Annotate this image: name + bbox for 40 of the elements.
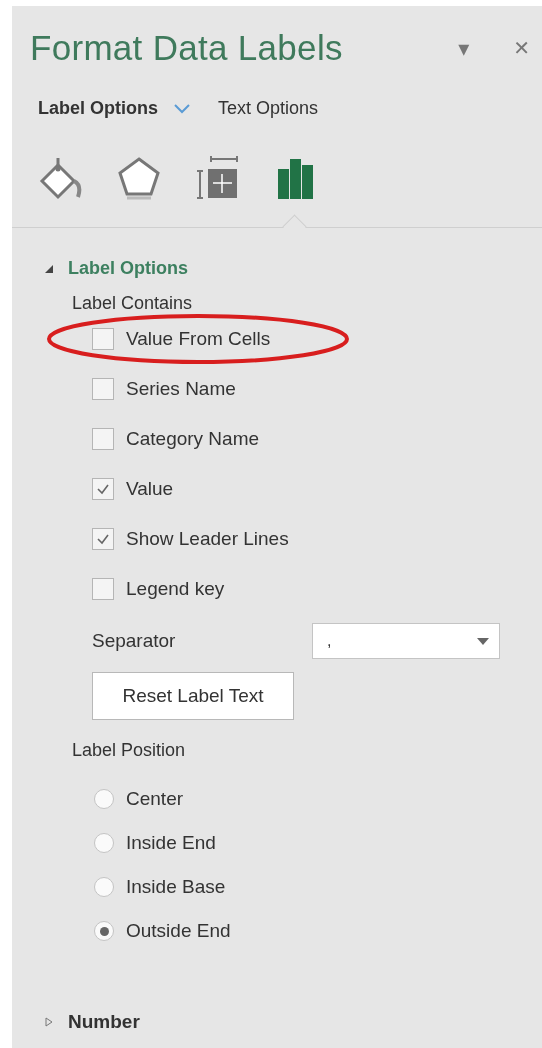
separator-dropdown[interactable]: , bbox=[312, 623, 500, 659]
reset-label-text-button[interactable]: Reset Label Text bbox=[92, 672, 294, 720]
radio-button[interactable] bbox=[94, 921, 114, 941]
pentagon-icon[interactable] bbox=[116, 155, 162, 201]
radio-label[interactable]: Outside End bbox=[126, 920, 231, 942]
check-mark-icon bbox=[96, 482, 110, 496]
check-mark-icon bbox=[96, 532, 110, 546]
radio-button[interactable] bbox=[94, 833, 114, 853]
separator-label: Separator bbox=[92, 630, 177, 652]
section-title[interactable]: Label Options bbox=[68, 258, 188, 279]
paint-bucket-icon[interactable] bbox=[38, 155, 84, 201]
radio-button[interactable] bbox=[94, 789, 114, 809]
size-properties-icon[interactable] bbox=[194, 155, 240, 201]
close-button[interactable]: ✕ bbox=[513, 36, 530, 60]
label-position-heading: Label Position bbox=[72, 740, 187, 761]
checkbox[interactable] bbox=[92, 328, 114, 350]
radio-label[interactable]: Inside Base bbox=[126, 876, 226, 898]
checkbox-label[interactable]: Legend key bbox=[126, 578, 225, 600]
checkbox[interactable] bbox=[92, 528, 114, 550]
chevron-down-icon[interactable] bbox=[174, 103, 190, 114]
pane-menu-button[interactable]: ▾ bbox=[458, 35, 470, 61]
checkbox[interactable] bbox=[92, 478, 114, 500]
dropdown-arrow-icon[interactable] bbox=[477, 637, 489, 645]
checkbox-label[interactable]: Value bbox=[126, 478, 174, 500]
label-contains-heading: Label Contains bbox=[72, 293, 194, 314]
tab[interactable]: Label Options bbox=[38, 98, 158, 119]
checkbox-label[interactable]: Show Leader Lines bbox=[126, 528, 289, 550]
radio-button[interactable] bbox=[94, 877, 114, 897]
checkbox-label[interactable]: Series Name bbox=[126, 378, 236, 400]
pane-title: Format Data Labels bbox=[30, 28, 344, 68]
tab[interactable]: Text Options bbox=[218, 98, 319, 119]
collapse-triangle-icon[interactable] bbox=[44, 263, 54, 274]
checkbox-label[interactable]: Category Name bbox=[126, 428, 260, 450]
expand-triangle-icon[interactable] bbox=[44, 1017, 54, 1027]
checkbox[interactable] bbox=[92, 578, 114, 600]
radio-label[interactable]: Inside End bbox=[126, 832, 216, 854]
radio-label[interactable]: Center bbox=[126, 788, 184, 810]
section-title[interactable]: Number bbox=[68, 1011, 140, 1033]
checkbox[interactable] bbox=[92, 378, 114, 400]
checkbox[interactable] bbox=[92, 428, 114, 450]
